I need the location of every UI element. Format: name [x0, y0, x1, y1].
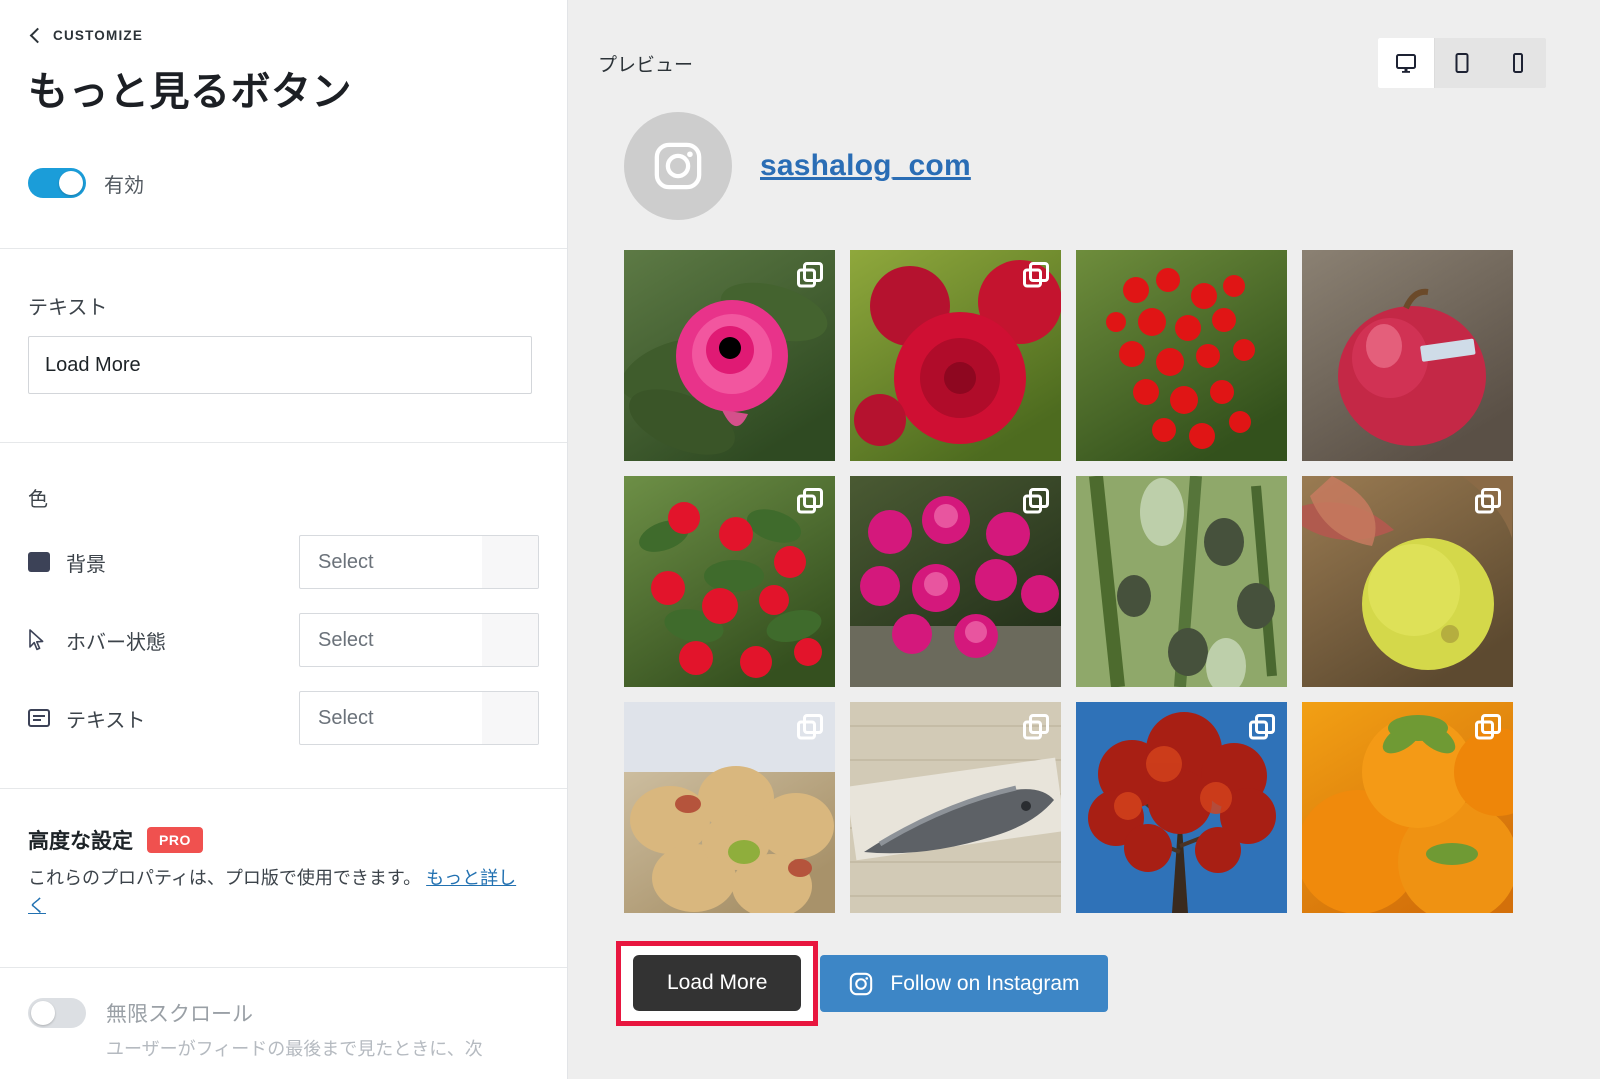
- page-title: もっと見るボタン: [28, 70, 352, 114]
- color-preview-swatch: [482, 536, 538, 589]
- device-toggle-group: [1378, 38, 1546, 88]
- photo-tile[interactable]: [624, 702, 835, 913]
- background-color-select[interactable]: Select: [299, 535, 539, 590]
- photo-tile[interactable]: [850, 476, 1061, 687]
- color-row-label: ホバー状態: [66, 631, 166, 654]
- color-preview-swatch: [482, 692, 538, 745]
- cursor-pointer-icon: [28, 629, 58, 651]
- photo-tile[interactable]: [1076, 476, 1287, 687]
- device-desktop-button[interactable]: [1378, 38, 1434, 88]
- advanced-settings-title: 高度な設定: [28, 830, 133, 854]
- desktop-icon: [1396, 54, 1416, 73]
- breadcrumb[interactable]: CUSTOMIZE: [28, 0, 539, 44]
- enable-toggle-row: 有効: [28, 168, 539, 199]
- photo-tile[interactable]: [1302, 702, 1513, 913]
- pro-badge: PRO: [147, 827, 203, 854]
- carousel-icon: [797, 262, 823, 293]
- photo-tile[interactable]: [1076, 250, 1287, 461]
- account-header: sashalog_com: [624, 112, 1552, 220]
- carousel-icon: [1249, 714, 1275, 745]
- infinite-scroll-label: 無限スクロール: [106, 1002, 253, 1026]
- photo-tile[interactable]: [1076, 702, 1287, 913]
- photo-thumbnail: [1076, 476, 1287, 687]
- button-text-input[interactable]: [28, 336, 532, 395]
- divider: [0, 248, 567, 250]
- account-username[interactable]: sashalog_com: [760, 149, 971, 183]
- color-section-label: 色: [28, 489, 48, 512]
- customizer-app: CUSTOMIZE もっと見るボタン 有効 テキスト 色 背景: [0, 0, 1600, 1079]
- device-tablet-button[interactable]: [1434, 38, 1490, 88]
- follow-on-instagram-button[interactable]: Follow on Instagram: [820, 955, 1108, 1012]
- tablet-icon: [1455, 53, 1469, 73]
- photo-tile[interactable]: [1302, 250, 1513, 461]
- carousel-icon: [1023, 488, 1049, 519]
- infinite-scroll-description: ユーザーがフィードの最後まで見たときに、次: [106, 1038, 483, 1059]
- text-color-select[interactable]: Select: [299, 691, 539, 746]
- mobile-icon: [1513, 53, 1523, 73]
- photo-grid: [624, 250, 1552, 913]
- load-more-button[interactable]: Load More: [633, 955, 802, 1011]
- preview-toolbar: プレビュー: [568, 0, 1600, 88]
- photo-tile[interactable]: [624, 476, 835, 687]
- color-row-hover: ホバー状態 Select: [28, 612, 539, 668]
- load-more-highlight: Load More: [616, 941, 819, 1026]
- advanced-settings-description: これらのプロパティは、プロ版で使用できます。 もっと詳しく: [28, 865, 533, 921]
- select-value: Select: [318, 628, 374, 651]
- device-mobile-button[interactable]: [1490, 38, 1546, 88]
- avatar: [624, 112, 732, 220]
- divider: [0, 788, 567, 790]
- photo-tile[interactable]: [850, 250, 1061, 461]
- color-preview-swatch: [482, 614, 538, 667]
- carousel-icon: [1475, 714, 1501, 745]
- carousel-icon: [1475, 488, 1501, 519]
- advanced-settings-header: 高度な設定 PRO: [28, 825, 539, 855]
- color-row-text: テキスト Select: [28, 690, 539, 746]
- carousel-icon: [1023, 714, 1049, 745]
- carousel-icon: [1023, 262, 1049, 293]
- hover-color-select[interactable]: Select: [299, 613, 539, 668]
- divider: [0, 966, 567, 968]
- photo-tile[interactable]: [624, 250, 835, 461]
- select-value: Select: [318, 706, 374, 729]
- photo-thumbnail: [1302, 250, 1513, 461]
- preview-panel: プレビュー sashalog_com Load More Follow on I…: [568, 0, 1600, 1079]
- photo-tile[interactable]: [1302, 476, 1513, 687]
- instagram-feed: sashalog_com Load More Follow on Instagr…: [568, 112, 1600, 1026]
- toggle-knob: [59, 171, 83, 196]
- feed-actions: Load More Follow on Instagram: [616, 941, 1552, 1026]
- preview-label: プレビュー: [598, 54, 694, 76]
- color-swatch-icon: [28, 552, 58, 573]
- color-row-label: テキスト: [66, 709, 146, 732]
- instagram-icon: [850, 972, 873, 995]
- advanced-description-text: これらのプロパティは、プロ版で使用できます。: [28, 868, 422, 889]
- infinite-scroll-toggle[interactable]: [28, 997, 86, 1028]
- instagram-icon: [654, 142, 702, 190]
- photo-thumbnail: [1076, 250, 1287, 461]
- divider: [0, 442, 567, 444]
- enable-toggle-label: 有効: [104, 174, 144, 197]
- breadcrumb-label: CUSTOMIZE: [53, 28, 144, 43]
- photo-tile[interactable]: [850, 702, 1061, 913]
- text-field-label: テキスト: [28, 297, 108, 320]
- text-box-icon: [28, 709, 58, 728]
- toggle-knob: [31, 1000, 55, 1025]
- color-row-background: 背景 Select: [28, 534, 539, 590]
- enable-toggle[interactable]: [28, 168, 86, 199]
- chevron-left-icon: [29, 27, 46, 44]
- carousel-icon: [797, 714, 823, 745]
- color-row-label: 背景: [66, 553, 106, 576]
- infinite-scroll-row: 無限スクロール ユーザーがフィードの最後まで見たときに、次: [28, 997, 539, 1063]
- customizer-sidebar: CUSTOMIZE もっと見るボタン 有効 テキスト 色 背景: [0, 0, 568, 1079]
- select-value: Select: [318, 550, 374, 573]
- carousel-icon: [797, 488, 823, 519]
- follow-button-label: Follow on Instagram: [890, 971, 1080, 995]
